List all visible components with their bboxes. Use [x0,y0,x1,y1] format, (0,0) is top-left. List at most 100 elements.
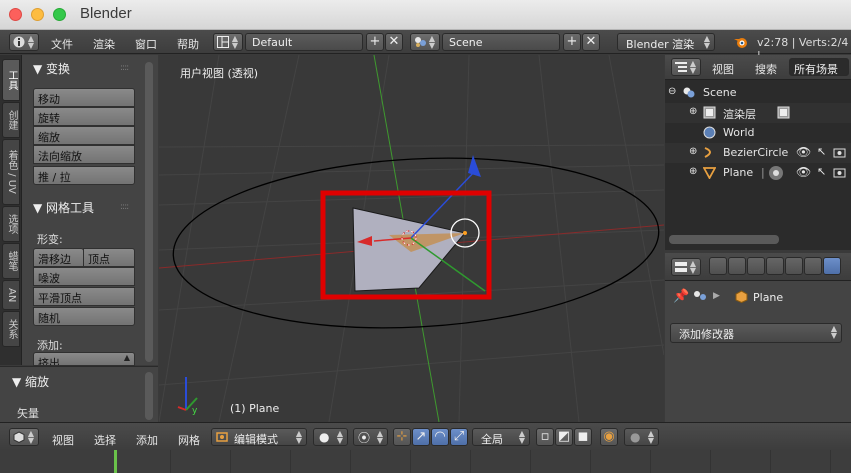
editor-type-info-button[interactable]: ▲ ▼ [9,33,39,51]
view3d-menu-add[interactable]: 添加 [136,432,158,448]
z-gizmo-line [410,168,478,239]
minimize-window-button[interactable] [31,8,44,21]
tab-relations[interactable]: 关系 [2,311,20,347]
tab-options[interactable]: 选项 [2,206,20,242]
chevron-updown-icon: ▲ ▼ [231,34,238,50]
view3d-menu-mesh[interactable]: 网格 [178,432,200,448]
wrench-icon[interactable] [823,257,841,275]
tab-tools[interactable]: 工具 [2,59,20,101]
edge-select-mode-button[interactable]: ◩ [555,428,573,446]
render-tab-icon[interactable] [709,257,727,275]
scale-operator-header[interactable]: ▼ 缩放 [12,373,49,390]
viewport-shading-dropdown[interactable]: ● ▲ ▼ [313,428,348,446]
expand-icon[interactable]: ⊕ [689,106,697,117]
outliner-display-filter[interactable]: 所有场景 [789,58,849,76]
object-tab-icon[interactable] [785,257,803,275]
noise-button[interactable]: 噪波 [33,267,135,286]
scene-selector-button[interactable]: ▲ ▼ [410,33,440,51]
3d-view-editor-type-button[interactable]: ▲ ▼ [9,428,39,446]
limit-selection-button[interactable]: ◉ [600,428,618,446]
expand-icon[interactable]: ⊕ [689,166,697,177]
mesh-tools-panel-header[interactable]: ▼ 网格工具 [33,199,94,216]
render-layers-tab-icon[interactable] [728,257,746,275]
outliner-row-scene[interactable]: ⊖ Scene [665,83,851,103]
mesh-icon [703,167,716,179]
outliner-menu-view[interactable]: 视图 [712,61,734,77]
smooth-vertex-button[interactable]: 平滑顶点 [33,287,135,306]
add-modifier-dropdown[interactable]: 添加修改器 ▲ ▼ [670,323,842,343]
scale-button[interactable]: 缩放 [33,126,135,145]
move-button[interactable]: 移动 [33,88,135,107]
shrink-fatten-button[interactable]: 法向缩放 [33,145,135,164]
camera-render-icon[interactable] [833,167,846,178]
view3d-menu-view[interactable]: 视图 [52,432,74,448]
render-layer-toggle-icon[interactable] [777,106,790,119]
screen-layout-field[interactable]: Default [245,33,363,51]
manipulator-toggle-button[interactable]: ⊹ [393,428,411,446]
tab-an[interactable]: AN [2,280,20,310]
manipulator-icon: ⊹ [396,429,408,444]
rotate-button[interactable]: 旋转 [33,107,135,126]
menu-file[interactable]: 文件 [51,36,73,52]
expand-icon[interactable]: ⊕ [689,146,697,157]
world-tab-icon[interactable] [766,257,784,275]
menu-window[interactable]: 窗口 [135,36,157,52]
scene-tab-icon[interactable] [747,257,765,275]
close-window-button[interactable] [9,8,22,21]
properties-editor-type-button[interactable]: ▲ ▼ [671,258,701,276]
translate-manipulator-button[interactable]: ↗ [412,428,430,446]
view3d-menu-select[interactable]: 选择 [94,432,116,448]
tab-shading-uv[interactable]: 着色 / UV [2,139,20,205]
chevron-updown-icon: ▲ ▼ [689,59,696,75]
delete-scene-button[interactable]: ✕ [582,33,600,51]
outliner-row-render-layers[interactable]: ⊕ 渲染层 [665,103,851,123]
randomize-button[interactable]: 随机 [33,307,135,326]
menu-render[interactable]: 渲染 [93,36,115,52]
constraints-tab-icon[interactable] [804,257,822,275]
operator-panel-scrollbar[interactable] [145,372,153,420]
close-icon: ✕ [388,34,400,49]
tab-create[interactable]: 创建 [2,102,20,138]
eye-icon[interactable]: 👁 [796,165,811,179]
outliner-horizontal-scrollbar[interactable] [669,235,779,244]
edit-mode-icon[interactable] [768,165,784,181]
pivot-point-dropdown[interactable]: ⦿ ▲ ▼ [353,428,388,446]
face-select-mode-button[interactable]: ◼ [574,428,592,446]
scene-name-field[interactable]: Scene [442,33,560,51]
tool-shelf-scrollbar[interactable] [145,62,153,362]
eye-icon[interactable]: 👁 [796,145,811,159]
cursor-select-icon[interactable]: ↖ [817,145,826,158]
outliner-row-bezier-circle[interactable]: ⊕ BezierCircle 👁 ↖ [665,143,851,163]
outliner-icon [675,62,687,72]
pin-icon[interactable]: 📌 [673,289,689,304]
screen-layout-button[interactable]: ▲ ▼ [213,33,243,51]
tab-grease-pencil[interactable]: 蜡笔 [2,243,20,279]
proportional-edit-dropdown[interactable]: ● ▲ ▼ [624,428,659,446]
camera-render-icon[interactable] [833,147,846,158]
menu-help[interactable]: 帮助 [177,36,199,52]
outliner-row-plane[interactable]: ⊕ Plane | 👁 ↖ [665,163,851,183]
collapse-icon[interactable]: ⊖ [668,86,676,97]
push-pull-button[interactable]: 推 / 拉 [33,166,135,185]
render-engine-dropdown[interactable]: Blender 渲染 ▲ ▼ [617,33,715,51]
rotate-manipulator-button[interactable]: ◠ [431,428,449,446]
cursor-select-icon[interactable]: ↖ [817,165,826,178]
transform-panel-header[interactable]: ▼ 变换 [33,60,70,77]
vertex-slide-button[interactable]: 顶点 [83,248,135,267]
add-screen-button[interactable]: + [366,33,384,51]
outliner-menu-search[interactable]: 搜索 [755,61,777,77]
scale-manipulator-button[interactable]: ⤢ [450,428,468,446]
3d-viewport[interactable]: y 用户视图 (透视) (1) Plane [159,55,664,422]
transform-orientation-dropdown[interactable]: 全局 ▲ ▼ [472,428,530,446]
add-scene-button[interactable]: + [563,33,581,51]
vertex-select-mode-button[interactable]: ▫ [536,428,554,446]
current-frame-marker[interactable] [114,450,117,473]
outliner-row-world[interactable]: World [665,123,851,143]
slide-edge-button[interactable]: 滑移边 [33,248,84,267]
extrude-button[interactable]: 挤出 ▲ [33,352,135,366]
outliner-editor-type-button[interactable]: ▲ ▼ [671,58,701,76]
maximize-window-button[interactable] [53,8,66,21]
timeline-strip[interactable] [0,450,851,473]
delete-screen-button[interactable]: ✕ [385,33,403,51]
interaction-mode-dropdown[interactable]: 编辑模式 ▲ ▼ [211,428,307,446]
